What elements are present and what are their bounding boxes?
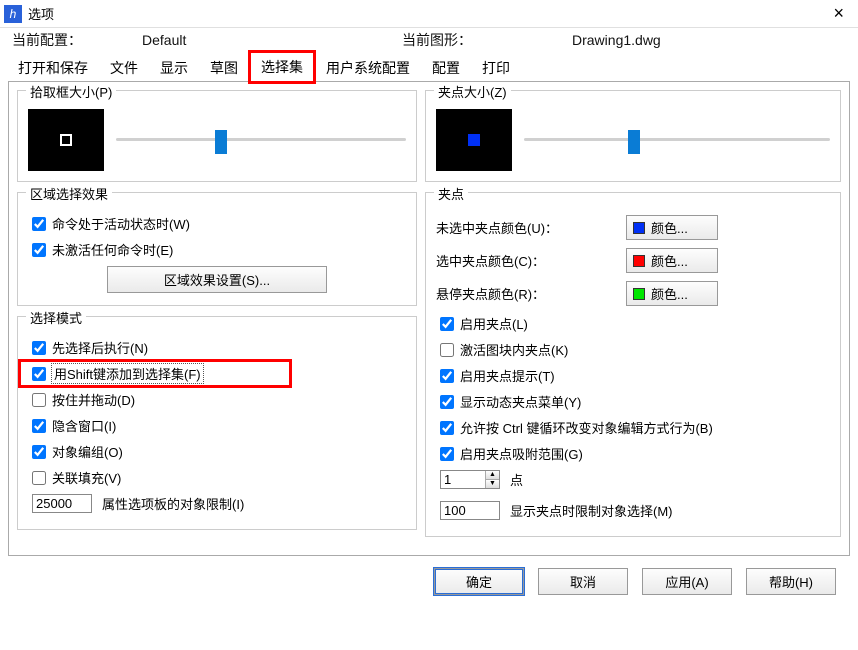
dialog-footer: 确定 取消 应用(A) 帮助(H) <box>0 556 858 607</box>
ok-button[interactable]: 确定 <box>434 568 524 595</box>
enable-block-grips-label: 激活图块内夹点(K) <box>460 340 568 359</box>
grips-group: 夹点 未选中夹点颜色(U)： 颜色... 选中夹点颜色(C)： 颜色... 悬停… <box>425 192 841 537</box>
unsel-grip-color-button[interactable]: 颜色... <box>626 215 718 240</box>
hover-grip-swatch <box>633 288 645 300</box>
pickbox-size-slider[interactable] <box>116 130 406 150</box>
close-icon[interactable]: × <box>827 3 850 24</box>
grip-size-title: 夹点大小(Z) <box>434 82 511 101</box>
spin-up-icon[interactable]: ▲ <box>485 471 499 480</box>
enable-grip-snap-label: 启用夹点吸附范围(G) <box>460 444 583 463</box>
grips-title: 夹点 <box>434 184 468 203</box>
grip-size-group: 夹点大小(Z) <box>425 90 841 182</box>
unsel-grip-swatch <box>633 222 645 234</box>
tab-files[interactable]: 文件 <box>100 54 148 82</box>
tab-display[interactable]: 显示 <box>150 54 198 82</box>
tabbar: 打开和保存 文件 显示 草图 选择集 用户系统配置 配置 打印 <box>8 54 850 82</box>
show-dyn-menu-label: 显示动态夹点菜单(Y) <box>460 392 581 411</box>
assoc-hatch-label: 关联填充(V) <box>52 468 121 487</box>
pickbox-preview <box>28 109 104 171</box>
hover-grip-color-label: 悬停夹点颜色(R)： <box>436 284 626 303</box>
prop-palette-limit-input[interactable] <box>32 494 92 513</box>
help-button[interactable]: 帮助(H) <box>746 568 836 595</box>
no-cmd-active-label: 未激活任何命令时(E) <box>52 240 173 259</box>
tab-print[interactable]: 打印 <box>472 54 520 82</box>
grip-snap-suffix: 点 <box>510 470 523 489</box>
enable-grips-label: 启用夹点(L) <box>460 314 528 333</box>
app-icon: h <box>4 5 22 23</box>
object-group-checkbox[interactable] <box>32 445 46 459</box>
use-shift-add-checkbox[interactable] <box>32 367 46 381</box>
enable-block-grips-checkbox[interactable] <box>440 343 454 357</box>
grip-size-slider[interactable] <box>524 130 830 150</box>
ctrl-cycle-checkbox[interactable] <box>440 421 454 435</box>
noun-verb-checkbox[interactable] <box>32 341 46 355</box>
config-info-row: 当前配置： Default 当前图形： Drawing1.dwg <box>0 28 858 52</box>
object-group-label: 对象编组(O) <box>52 442 123 461</box>
no-cmd-active-checkbox[interactable] <box>32 243 46 257</box>
prop-palette-limit-label: 属性选项板的对象限制(I) <box>102 494 244 513</box>
tab-user-prefs[interactable]: 用户系统配置 <box>316 54 420 82</box>
grip-snap-spinner[interactable]: ▲ ▼ <box>440 470 500 489</box>
cmd-active-checkbox[interactable] <box>32 217 46 231</box>
cancel-button[interactable]: 取消 <box>538 568 628 595</box>
sel-grip-color-button[interactable]: 颜色... <box>626 248 718 273</box>
unsel-grip-color-label: 未选中夹点颜色(U)： <box>436 218 626 237</box>
ctrl-cycle-label: 允许按 Ctrl 键循环改变对象编辑方式行为(B) <box>460 418 713 437</box>
spin-down-icon[interactable]: ▼ <box>485 480 499 488</box>
area-selection-group: 区域选择效果 命令处于活动状态时(W) 未激活任何命令时(E) 区域效果设置(S… <box>17 192 417 306</box>
area-selection-title: 区域选择效果 <box>26 184 112 203</box>
tab-profiles[interactable]: 配置 <box>422 54 470 82</box>
press-drag-label: 按住并拖动(D) <box>52 390 135 409</box>
pickbox-size-title: 拾取框大小(P) <box>26 82 116 101</box>
use-shift-add-label: 用Shift键添加到选择集(F) <box>52 364 203 383</box>
sel-grip-color-label: 选中夹点颜色(C)： <box>436 251 626 270</box>
grip-preview-square <box>468 134 480 146</box>
press-drag-checkbox[interactable] <box>32 393 46 407</box>
selection-mode-group: 选择模式 先选择后执行(N) 用Shift键添加到选择集(F) 按住并拖动(D)… <box>17 316 417 530</box>
show-dyn-menu-checkbox[interactable] <box>440 395 454 409</box>
area-effects-settings-button[interactable]: 区域效果设置(S)... <box>107 266 327 293</box>
enable-grips-checkbox[interactable] <box>440 317 454 331</box>
tab-open-save[interactable]: 打开和保存 <box>8 54 98 82</box>
tab-content: 拾取框大小(P) 区域选择效果 命令处于活动状态时(W) 未激活任何命令时(E) <box>8 82 850 556</box>
selection-mode-title: 选择模式 <box>26 308 86 327</box>
apply-button[interactable]: 应用(A) <box>642 568 732 595</box>
implied-window-label: 隐含窗口(I) <box>52 416 116 435</box>
noun-verb-label: 先选择后执行(N) <box>52 338 148 357</box>
pickbox-preview-square <box>60 134 72 146</box>
grip-obj-limit-label: 显示夹点时限制对象选择(M) <box>510 501 673 520</box>
tab-draft[interactable]: 草图 <box>200 54 248 82</box>
tab-selection[interactable]: 选择集 <box>250 52 314 82</box>
current-config-value: Default <box>142 32 402 48</box>
grip-preview <box>436 109 512 171</box>
current-drawing-value: Drawing1.dwg <box>572 32 661 48</box>
enable-grip-tips-label: 启用夹点提示(T) <box>460 366 555 385</box>
pickbox-size-group: 拾取框大小(P) <box>17 90 417 182</box>
assoc-hatch-checkbox[interactable] <box>32 471 46 485</box>
hover-grip-color-button[interactable]: 颜色... <box>626 281 718 306</box>
enable-grip-snap-checkbox[interactable] <box>440 447 454 461</box>
enable-grip-tips-checkbox[interactable] <box>440 369 454 383</box>
cmd-active-label: 命令处于活动状态时(W) <box>52 214 190 233</box>
current-drawing-label: 当前图形： <box>402 30 572 50</box>
sel-grip-swatch <box>633 255 645 267</box>
titlebar: h 选项 × <box>0 0 858 28</box>
current-config-label: 当前配置： <box>12 30 142 50</box>
window-title: 选项 <box>28 4 54 23</box>
grip-obj-limit-input[interactable] <box>440 501 500 520</box>
implied-window-checkbox[interactable] <box>32 419 46 433</box>
